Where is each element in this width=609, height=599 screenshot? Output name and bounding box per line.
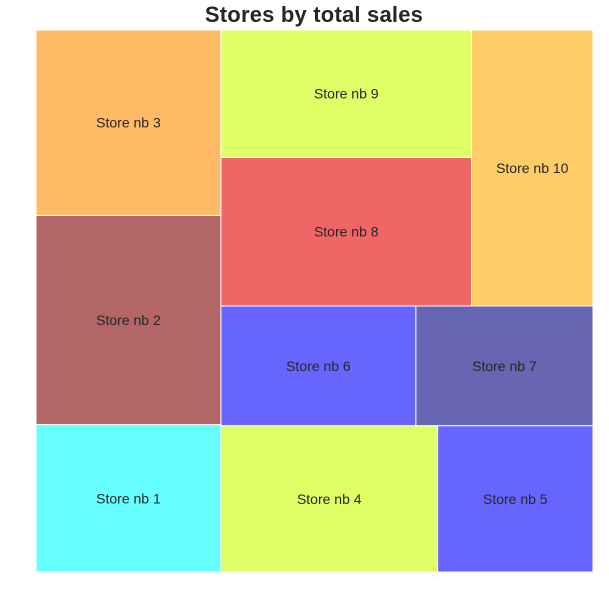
treemap-label-store-nb-1: Store nb 1 [96, 490, 161, 506]
treemap-label-store-nb-10: Store nb 10 [496, 160, 569, 176]
treemap-label-store-nb-9: Store nb 9 [314, 86, 379, 102]
treemap-label-store-nb-4: Store nb 4 [297, 491, 362, 507]
treemap-label-store-nb-8: Store nb 8 [314, 224, 379, 240]
treemap-label-store-nb-3: Store nb 3 [96, 115, 161, 131]
treemap-chart: Store nb 1 Store nb 2 Store nb 3 Store nb 4… [35, 29, 594, 573]
treemap-label-store-nb-5: Store nb 5 [483, 491, 548, 507]
treemap-label-store-nb-7: Store nb 7 [472, 358, 537, 374]
treemap-label-store-nb-6: Store nb 6 [286, 358, 351, 374]
treemap-label-store-nb-2: Store nb 2 [96, 312, 161, 328]
